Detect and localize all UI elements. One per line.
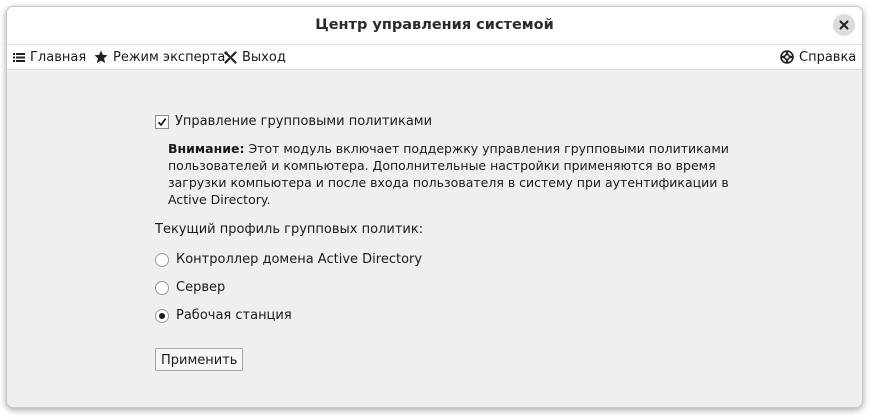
toolbar: Главная Режим эксперта Выход Справка — [7, 45, 862, 70]
exit-button[interactable]: Выход — [224, 45, 286, 69]
profile-label: Текущий профиль групповых политик: — [155, 222, 424, 237]
gpo-checkbox[interactable] — [155, 114, 169, 129]
radio-domain-controller[interactable] — [155, 252, 169, 267]
tools-icon — [224, 50, 237, 64]
help-button[interactable]: Справка — [780, 45, 856, 69]
warning-title: Внимание: — [168, 141, 245, 156]
radio-row-domain-controller[interactable]: Контроллер домена Active Directory — [155, 252, 422, 267]
main-window: Центр управления системой Главная Режим … — [6, 6, 863, 408]
radio-row-workstation[interactable]: Рабочая станция — [155, 308, 292, 323]
title-bar: Центр управления системой — [7, 7, 862, 45]
expert-mode-button[interactable]: Режим эксперта — [94, 45, 225, 69]
star-icon — [94, 50, 108, 63]
radio-workstation[interactable] — [155, 308, 169, 323]
help-label: Справка — [799, 49, 857, 65]
close-icon — [839, 20, 849, 30]
exit-label: Выход — [242, 49, 286, 65]
radio-workstation-label: Рабочая станция — [176, 308, 292, 323]
expert-mode-label: Режим эксперта — [113, 49, 226, 65]
list-icon — [13, 52, 25, 62]
content-area: Управление групповыми политиками Внимани… — [7, 70, 862, 407]
warning-text-block: Внимание: Этот модуль включает поддержку… — [168, 140, 738, 208]
radio-row-server[interactable]: Сервер — [155, 280, 225, 295]
radio-domain-controller-label: Контроллер домена Active Directory — [176, 252, 423, 267]
radio-server-label: Сервер — [176, 280, 226, 295]
radio-selected-dot — [159, 312, 165, 319]
close-button[interactable] — [833, 14, 855, 36]
window-title: Центр управления системой — [315, 17, 554, 33]
checkmark-icon — [157, 117, 167, 126]
warning-text: Этот модуль включает поддержку управлени… — [168, 141, 729, 207]
lifebuoy-icon — [780, 50, 794, 64]
gpo-checkbox-label: Управление групповыми политиками — [175, 114, 433, 129]
apply-button[interactable]: Применить — [155, 348, 244, 371]
radio-server[interactable] — [155, 280, 169, 295]
gpo-checkbox-row[interactable]: Управление групповыми политиками — [155, 114, 432, 129]
home-label: Главная — [30, 49, 87, 65]
home-button[interactable]: Главная — [13, 45, 86, 69]
